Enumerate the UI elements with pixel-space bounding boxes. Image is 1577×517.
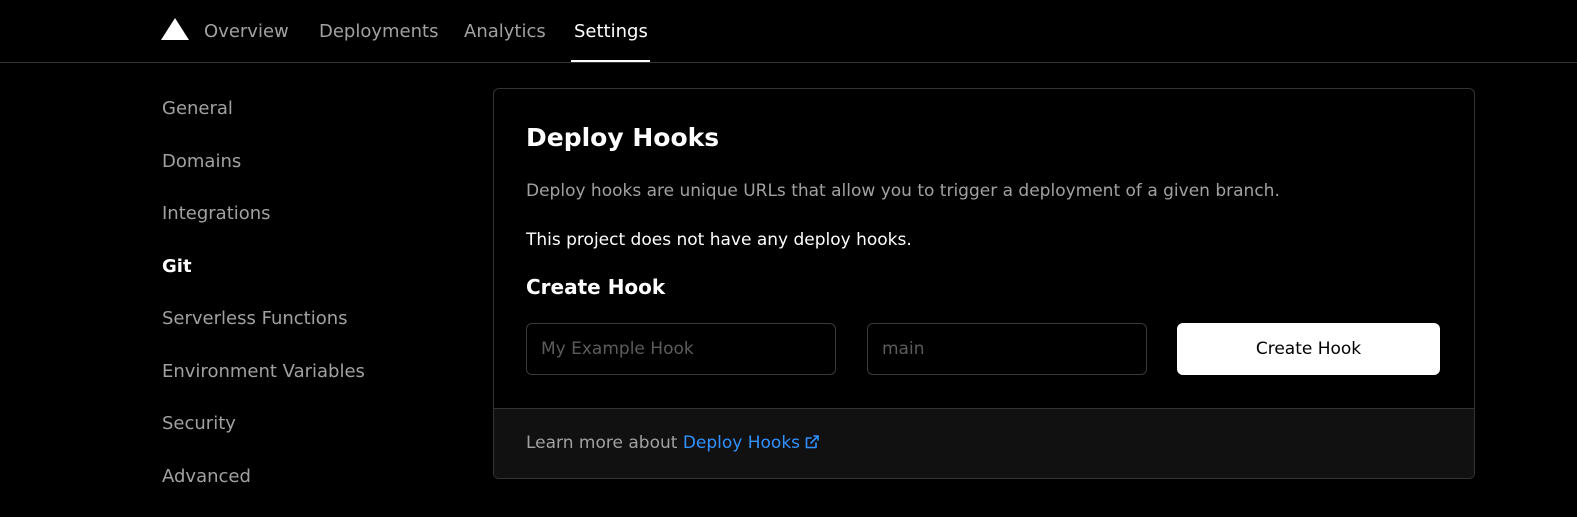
sidebar-item-serverless-functions[interactable]: Serverless Functions <box>162 308 348 329</box>
sidebar-item-security[interactable]: Security <box>162 413 236 434</box>
card-description: Deploy hooks are unique URLs that allow … <box>526 181 1280 201</box>
docs-link-label: Deploy Hooks <box>682 433 801 453</box>
tab-settings[interactable]: Settings <box>574 0 648 63</box>
sidebar-item-git[interactable]: Git <box>162 256 192 277</box>
tab-deployments[interactable]: Deployments <box>319 0 438 63</box>
sidebar-item-advanced[interactable]: Advanced <box>162 466 251 487</box>
create-hook-heading: Create Hook <box>526 275 666 299</box>
active-tab-indicator <box>571 60 650 62</box>
sidebar-item-environment-variables[interactable]: Environment Variables <box>162 361 365 382</box>
empty-hooks-message: This project does not have any deploy ho… <box>526 230 912 250</box>
card-footer: Learn more about Deploy Hooks <box>494 408 1474 478</box>
external-link-icon <box>805 435 819 449</box>
triangle-logo-icon[interactable] <box>161 18 189 40</box>
tab-analytics[interactable]: Analytics <box>464 0 546 63</box>
card-title: Deploy Hooks <box>526 123 720 152</box>
create-hook-button[interactable]: Create Hook <box>1177 323 1440 375</box>
deploy-hooks-docs-link[interactable]: Deploy Hooks <box>683 433 820 453</box>
sidebar-item-general[interactable]: General <box>162 98 233 119</box>
learn-more-text: Learn more about Deploy Hooks <box>526 433 820 453</box>
top-navigation: Overview Deployments Analytics Settings <box>0 0 1577 63</box>
tab-overview[interactable]: Overview <box>204 0 289 63</box>
deploy-hooks-card: Deploy Hooks Deploy hooks are unique URL… <box>493 88 1475 479</box>
learn-more-prefix: Learn more about <box>526 433 683 453</box>
branch-name-input[interactable] <box>867 323 1147 375</box>
sidebar-item-integrations[interactable]: Integrations <box>162 203 271 224</box>
hook-name-input[interactable] <box>526 323 836 375</box>
sidebar-item-domains[interactable]: Domains <box>162 151 241 172</box>
